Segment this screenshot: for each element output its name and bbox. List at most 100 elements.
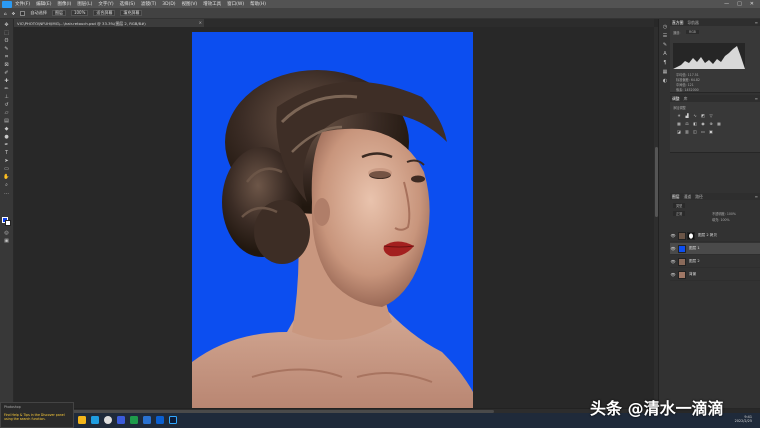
tab-layers[interactable]: 图层 xyxy=(672,194,680,200)
chrome-browser-icon[interactable] xyxy=(104,416,112,424)
system-clock[interactable]: 9:41 2022/2/25 xyxy=(735,415,752,423)
edit-toolbar-icon[interactable]: … xyxy=(3,191,10,196)
visibility-eye-icon[interactable]: 👁 xyxy=(670,272,676,277)
lasso-tool-icon[interactable]: ʘ xyxy=(3,39,10,44)
fit-screen-button[interactable]: 适合屏幕 xyxy=(93,10,116,16)
menu-view[interactable]: 视图(V) xyxy=(182,1,198,7)
word-icon[interactable] xyxy=(117,416,125,424)
tab-channels[interactable]: 通道 xyxy=(684,194,692,200)
mail-icon[interactable] xyxy=(143,416,151,424)
photoshop-taskbar-icon[interactable] xyxy=(169,416,177,424)
menu-type[interactable]: 文字(Y) xyxy=(98,1,113,7)
layer-row[interactable]: 👁 图层 2 xyxy=(670,256,760,268)
channel-dropdown[interactable]: RGB xyxy=(686,30,699,34)
background-color-swatch[interactable] xyxy=(5,220,11,226)
dodge-tool-icon[interactable]: ● xyxy=(3,135,10,140)
auto-select-checkbox[interactable] xyxy=(20,10,26,16)
quick-mask-icon[interactable]: ◎ xyxy=(3,231,10,236)
blur-tool-icon[interactable]: ◆ xyxy=(3,127,10,132)
minimize-button[interactable]: — xyxy=(724,1,729,7)
layer-filter-dropdown[interactable]: 类型 xyxy=(673,203,686,208)
move-tool-preset-icon[interactable]: ✥ xyxy=(12,11,16,16)
tab-libraries[interactable]: 库 xyxy=(684,96,688,102)
notification-popup[interactable]: Photoshop Find Help & Tips in the Discov… xyxy=(0,402,74,428)
close-button[interactable]: ✕ xyxy=(750,1,754,7)
brush-settings-icon[interactable]: ✎ xyxy=(661,42,669,48)
fill-field[interactable]: 填充: 100% xyxy=(712,217,730,222)
zoom-100-button[interactable]: 100% xyxy=(70,10,89,16)
menu-file[interactable]: 文件(F) xyxy=(15,1,30,7)
paragraph-panel-icon[interactable]: ¶ xyxy=(661,60,669,66)
exposure-icon[interactable]: ◩ xyxy=(700,114,706,118)
brush-tool-icon[interactable]: ✏ xyxy=(3,87,10,92)
document-tab[interactable]: VIC\PHOTO\NFUH\IMG\...\hair-retouch.psd … xyxy=(14,19,204,27)
hue-saturation-icon[interactable]: ▦ xyxy=(676,122,682,126)
frame-tool-icon[interactable]: ⊠ xyxy=(3,63,10,68)
visibility-eye-icon[interactable]: 👁 xyxy=(670,259,676,264)
levels-icon[interactable]: ▟ xyxy=(684,114,690,118)
tab-adjustments[interactable]: 调整 xyxy=(672,96,680,102)
layer-row[interactable]: 👁 图层 1 xyxy=(670,243,760,255)
menu-plugins[interactable]: 增效工具 xyxy=(203,1,221,7)
brightness-icon[interactable]: ☀ xyxy=(676,114,682,118)
move-tool-icon[interactable]: ✥ xyxy=(3,23,10,28)
tab-histogram[interactable]: 直方图 xyxy=(672,20,683,26)
color-lookup-icon[interactable]: ▦ xyxy=(716,122,722,126)
stamp-tool-icon[interactable]: ⊥ xyxy=(3,95,10,100)
document-canvas[interactable] xyxy=(192,32,473,408)
fill-screen-button[interactable]: 填充屏幕 xyxy=(120,10,143,16)
eyedropper-tool-icon[interactable]: ✐ xyxy=(3,71,10,76)
history-panel-icon[interactable]: ◷ xyxy=(661,24,669,30)
color-balance-icon[interactable]: ⚖ xyxy=(684,122,690,126)
app-icon[interactable] xyxy=(156,416,164,424)
gradient-map-icon[interactable]: ▭ xyxy=(700,130,706,134)
pen-tool-icon[interactable]: ✒ xyxy=(3,143,10,148)
tab-navigator[interactable]: 导航器 xyxy=(687,20,698,26)
path-select-tool-icon[interactable]: ➤ xyxy=(3,159,10,164)
curves-icon[interactable]: ∿ xyxy=(692,114,698,118)
menu-select[interactable]: 选择(S) xyxy=(120,1,135,7)
zoom-tool-icon[interactable]: ⌕ xyxy=(3,183,10,188)
screen-mode-icon[interactable]: ▣ xyxy=(3,239,10,244)
menu-layer[interactable]: 图层(L) xyxy=(77,1,92,7)
edge-browser-icon[interactable] xyxy=(91,416,99,424)
marquee-tool-icon[interactable]: ⬚ xyxy=(3,31,10,36)
quick-select-tool-icon[interactable]: ✎ xyxy=(3,47,10,52)
maximize-button[interactable]: □ xyxy=(737,1,742,7)
character-panel-icon[interactable]: A xyxy=(661,51,669,57)
hand-tool-icon[interactable]: ✋ xyxy=(3,175,10,180)
healing-tool-icon[interactable]: ✚ xyxy=(3,79,10,84)
blend-mode-dropdown[interactable]: 正常 xyxy=(673,211,686,216)
menu-image[interactable]: 图像(I) xyxy=(57,1,71,7)
eraser-tool-icon[interactable]: ▱ xyxy=(3,111,10,116)
menu-edit[interactable]: 编辑(E) xyxy=(36,1,51,7)
panel-menu-icon[interactable]: ≡ xyxy=(755,96,760,101)
layer-row[interactable]: 👁 图层 2 拷贝 xyxy=(670,230,760,242)
layer-row[interactable]: 👁 背景 xyxy=(670,269,760,281)
threshold-icon[interactable]: ◫ xyxy=(692,130,698,134)
posterize-icon[interactable]: ▥ xyxy=(684,130,690,134)
menu-window[interactable]: 窗口(W) xyxy=(227,1,244,7)
channel-mixer-icon[interactable]: ⊕ xyxy=(708,122,714,126)
panel-menu-icon[interactable]: ≡ xyxy=(755,194,760,199)
home-icon[interactable]: ⌂ xyxy=(4,11,7,16)
menu-3d[interactable]: 3D(D) xyxy=(162,2,175,7)
shape-tool-icon[interactable]: ▭ xyxy=(3,167,10,172)
history-brush-tool-icon[interactable]: ↺ xyxy=(3,103,10,108)
auto-select-dropdown[interactable]: 图层 xyxy=(51,10,66,16)
crop-tool-icon[interactable]: ⌗ xyxy=(3,55,10,60)
opacity-field[interactable]: 不透明度: 100% xyxy=(712,211,736,216)
color-panel-icon[interactable]: ◐ xyxy=(661,78,669,84)
visibility-eye-icon[interactable]: 👁 xyxy=(670,233,676,238)
invert-icon[interactable]: ◪ xyxy=(676,130,682,134)
swatches-panel-icon[interactable]: ▦ xyxy=(661,69,669,75)
layer-mask-thumbnail[interactable] xyxy=(687,231,695,240)
vibrance-icon[interactable]: ▽ xyxy=(708,114,714,118)
black-white-icon[interactable]: ◧ xyxy=(692,122,698,126)
tab-paths[interactable]: 路径 xyxy=(695,194,703,200)
file-explorer-icon[interactable] xyxy=(78,416,86,424)
type-tool-icon[interactable]: T xyxy=(3,151,10,156)
selective-color-icon[interactable]: ▣ xyxy=(708,130,714,134)
visibility-eye-icon[interactable]: 👁 xyxy=(670,246,676,251)
gradient-tool-icon[interactable]: ▤ xyxy=(3,119,10,124)
